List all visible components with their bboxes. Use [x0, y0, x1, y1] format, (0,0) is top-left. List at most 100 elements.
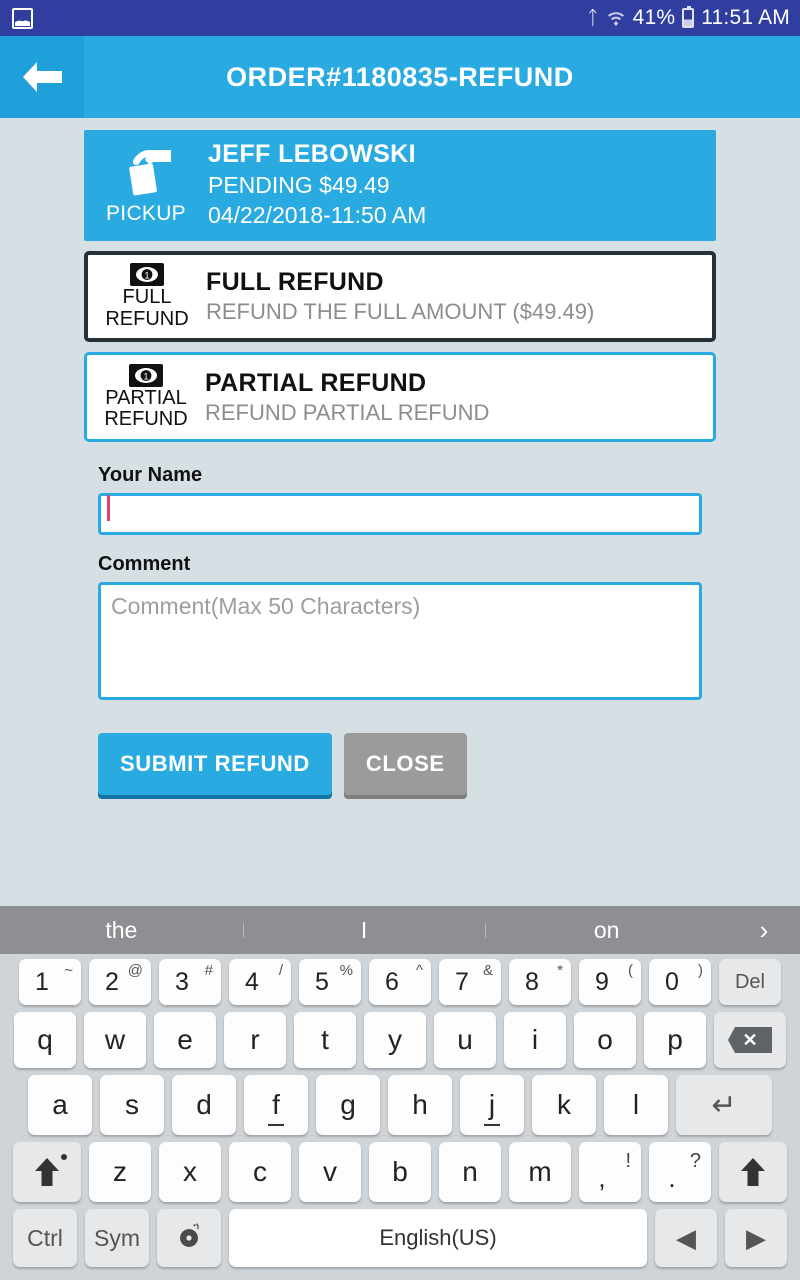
key-f[interactable]: f [244, 1075, 308, 1135]
key-shift-right[interactable] [719, 1142, 787, 1202]
key-comma[interactable]: , ! [579, 1142, 641, 1202]
key-arrow-right[interactable]: ▶ [725, 1209, 787, 1267]
order-datetime: 04/22/2018-11:50 AM [208, 202, 427, 228]
key-3[interactable]: 3 # [159, 959, 221, 1005]
key-r[interactable]: r [224, 1012, 286, 1068]
order-status-amount: PENDING $49.49 [208, 172, 390, 198]
name-label: Your Name [98, 464, 203, 487]
key-e[interactable]: e [154, 1012, 216, 1068]
partial-refund-title: PARTIAL REFUND [205, 368, 427, 397]
key-8[interactable]: 8 * [509, 959, 571, 1005]
key-l[interactable]: l [604, 1075, 668, 1135]
key-8-base: 8 [525, 967, 539, 996]
name-input[interactable] [98, 493, 702, 536]
keyboard-row-numbers: 1 ~ 2 @ 3 # 4 / 5 % 6 ^ 7 & 8 * 9 (0) … [0, 959, 800, 1005]
arrow-right-icon: ▶ [746, 1222, 766, 1253]
key-3-base: 3 [175, 967, 189, 996]
key-1[interactable]: 1 ~ [19, 959, 81, 1005]
key-s[interactable]: s [100, 1075, 164, 1135]
key-shift-left[interactable] [13, 1142, 81, 1202]
key-j[interactable]: j [460, 1075, 524, 1135]
key-q[interactable]: q [14, 1012, 76, 1068]
close-button[interactable]: CLOSE [343, 733, 467, 796]
partial-refund-icon-label-line2: REFUND [104, 408, 188, 431]
key-o[interactable]: o [574, 1012, 636, 1068]
key-7[interactable]: 7 & [439, 959, 501, 1005]
keyboard-row-functions: Ctrl Sym English(US) ◀ ▶ [0, 1209, 800, 1267]
suggestion-bar: the I on › [0, 906, 800, 954]
key-9[interactable]: 9 ( [579, 959, 641, 1005]
partial-refund-icon-label: PARTIAL REFUND [104, 386, 188, 431]
key-i[interactable]: i [504, 1012, 566, 1068]
full-refund-text: FULL REFUND REFUND THE FULL AMOUNT ($49.… [206, 268, 594, 325]
suggestion-1[interactable]: the [0, 917, 243, 944]
customer-name: JEFF LEBOWSKI [208, 140, 416, 168]
key-b[interactable]: b [369, 1142, 431, 1202]
back-arrow-icon [23, 62, 62, 92]
key-w[interactable]: w [84, 1012, 146, 1068]
keyboard-row-a: a s d f g h j k l ↵ [0, 1075, 800, 1135]
key-ctrl[interactable]: Ctrl [13, 1209, 77, 1267]
key-space[interactable]: English(US) [229, 1209, 647, 1267]
keyboard-rows: 1 ~ 2 @ 3 # 4 / 5 % 6 ^ 7 & 8 * 9 (0) … [0, 954, 800, 1280]
key-v[interactable]: v [299, 1142, 361, 1202]
full-refund-icon-label-line1: FULL [122, 286, 172, 308]
key-7-base: 7 [455, 967, 469, 996]
key-backspace[interactable]: ✕ [714, 1012, 786, 1068]
key-5-sup: % [339, 962, 353, 979]
key-0-base: 0 [665, 967, 679, 996]
full-refund-icon-label: FULL REFUND [105, 286, 188, 330]
key-p[interactable]: p [644, 1012, 706, 1068]
key-enter[interactable]: ↵ [676, 1075, 772, 1135]
key-period-sup: ? [689, 1150, 701, 1172]
status-bar: ᛏ 41% 11:51 AM [0, 0, 800, 36]
key-4-base: 4 [245, 967, 259, 996]
partial-refund-option[interactable]: 1 PARTIAL REFUND PARTIAL REFUND REFUND P… [84, 352, 716, 443]
wifi-icon [606, 9, 626, 27]
submit-refund-button[interactable]: SUBMIT REFUND [98, 733, 332, 796]
suggestion-3[interactable]: on [485, 917, 728, 944]
partial-refund-icon-label-line1: PARTIAL [105, 386, 187, 409]
key-d[interactable]: d [172, 1075, 236, 1135]
key-0[interactable]: 0 ) [649, 959, 711, 1005]
key-4[interactable]: 4 / [229, 959, 291, 1005]
comment-label: Comment [98, 553, 191, 576]
order-info: JEFF LEBOWSKI PENDING $49.49 04/22/2018-… [208, 140, 426, 229]
key-comma-base: , [598, 1162, 606, 1193]
partial-refund-icon-column: 1 PARTIAL REFUND [87, 363, 205, 431]
key-a[interactable]: a [28, 1075, 92, 1135]
full-refund-icon-column: 1 FULL REFUND [88, 263, 206, 330]
full-refund-option[interactable]: 1 FULL REFUND FULL REFUND REFUND THE FUL… [84, 251, 716, 343]
key-5[interactable]: 5 % [299, 959, 361, 1005]
key-h[interactable]: h [388, 1075, 452, 1135]
key-x[interactable]: x [159, 1142, 221, 1202]
shift-arrow-icon [741, 1158, 765, 1186]
enter-icon: ↵ [711, 1088, 737, 1122]
key-settings[interactable] [157, 1209, 221, 1267]
key-t[interactable]: t [294, 1012, 356, 1068]
key-k[interactable]: k [532, 1075, 596, 1135]
key-y[interactable]: y [364, 1012, 426, 1068]
key-period[interactable]: . ? [649, 1142, 711, 1202]
key-c[interactable]: c [229, 1142, 291, 1202]
key-6[interactable]: 6 ^ [369, 959, 431, 1005]
screen-root: ᛏ 41% 11:51 AM ORDER#1180835-REFUND PICK… [0, 0, 800, 1280]
full-refund-subtitle: REFUND THE FULL AMOUNT ($49.49) [206, 299, 595, 325]
banknote-icon: 1 [130, 263, 164, 286]
shift-caps-dot-icon [61, 1154, 67, 1160]
pickup-hand-icon [129, 149, 171, 195]
key-g[interactable]: g [316, 1075, 380, 1135]
key-z[interactable]: z [89, 1142, 151, 1202]
suggestion-2[interactable]: I [242, 917, 486, 944]
back-button[interactable] [0, 36, 84, 118]
comment-input[interactable] [98, 582, 702, 701]
key-arrow-left[interactable]: ◀ [655, 1209, 717, 1267]
key-u[interactable]: u [434, 1012, 496, 1068]
key-n[interactable]: n [439, 1142, 501, 1202]
key-sym[interactable]: Sym [85, 1209, 149, 1267]
key-2[interactable]: 2 @ [89, 959, 151, 1005]
key-2-base: 2 [105, 967, 119, 996]
key-del[interactable]: Del [719, 959, 781, 1005]
key-m[interactable]: m [509, 1142, 571, 1202]
chevron-right-icon[interactable]: › [728, 915, 800, 946]
